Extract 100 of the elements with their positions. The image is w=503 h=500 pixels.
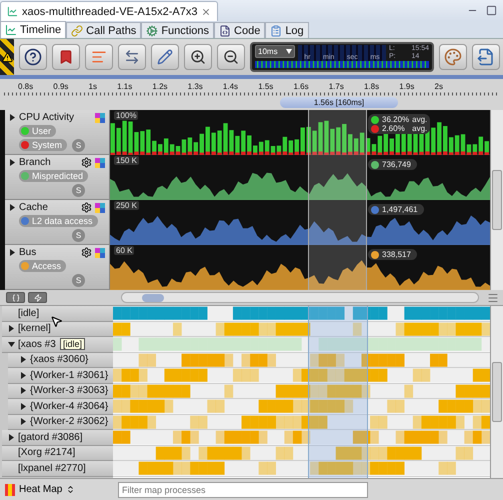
collapsed-arrow-icon[interactable]: [9, 249, 16, 256]
collapsed-arrow-icon[interactable]: [20, 418, 27, 426]
process-name: {Worker-4 #3064}: [30, 400, 108, 412]
series-name: CPU Activity: [19, 112, 76, 123]
menu-icon[interactable]: [487, 292, 499, 304]
expanded-arrow-icon[interactable]: [8, 340, 15, 348]
ruler-label: 2s: [434, 82, 443, 91]
collapsed-arrow-icon[interactable]: [8, 434, 15, 441]
process-row[interactable]: [gatord #3086]: [2, 430, 113, 446]
collapsed-arrow-icon[interactable]: [9, 159, 16, 166]
solo-button[interactable]: S: [72, 229, 85, 242]
settings-icon[interactable]: [81, 157, 92, 168]
ruler-label: 1.1s: [117, 82, 132, 91]
edit-button[interactable]: [151, 44, 179, 70]
tooltip: [idle]: [60, 338, 86, 350]
color-grid-icon[interactable]: [95, 112, 105, 122]
zoom-out-button[interactable]: [217, 44, 245, 70]
collapsed-arrow-icon[interactable]: [20, 402, 27, 410]
clipboard-icon: [270, 24, 282, 36]
series-name: Branch: [19, 157, 52, 168]
cog-icon: [146, 24, 158, 36]
bookmark-button[interactable]: [52, 44, 80, 70]
process-row[interactable]: [Xorg #2174]: [2, 446, 113, 461]
process-name: {Worker-3 #3063}: [30, 385, 108, 396]
zoom-out-icon: [223, 49, 239, 65]
export-icon: [477, 48, 495, 66]
process-row[interactable]: {xaos #3060}: [8, 352, 113, 368]
collapsed-arrow-icon[interactable]: [20, 387, 27, 394]
ruler-label: 1.7s: [328, 82, 344, 91]
collapsed-arrow-icon[interactable]: [8, 325, 15, 332]
color-grid-icon[interactable]: [95, 248, 105, 258]
process-row[interactable]: [kernel]: [2, 322, 113, 337]
selection-range[interactable]: 1.56s [160ms]: [280, 97, 398, 108]
process-row[interactable]: [idle]: [2, 306, 113, 322]
view-tab[interactable]: Code: [214, 22, 266, 38]
bolt-button[interactable]: [28, 292, 47, 303]
readout-suffix: avg.: [412, 115, 428, 124]
readout-value: 2.60%: [382, 124, 406, 133]
braces-icon: [12, 294, 20, 302]
process-row[interactable]: {Worker-4 #3064}: [8, 399, 113, 414]
horizontal-scrollbar[interactable]: [121, 292, 479, 303]
solo-button[interactable]: S: [72, 274, 85, 287]
document-title: xaos-multithreaded-VE-A15x2-A7x3: [22, 6, 198, 18]
vertical-scrollbar[interactable]: [490, 306, 503, 478]
close-icon[interactable]: [201, 6, 212, 16]
collapsed-arrow-icon[interactable]: [20, 372, 27, 379]
maximize-icon[interactable]: [486, 5, 497, 16]
ruler-label: 1.5s: [258, 82, 274, 91]
process-name: [kernel]: [18, 323, 51, 334]
code-file-icon: [219, 24, 232, 36]
filter-field[interactable]: Filter map processes: [118, 482, 368, 498]
ruler-label: 1.3s: [188, 82, 203, 91]
process-name: [idle]: [18, 308, 40, 319]
chart-icon: [5, 24, 17, 36]
collapsed-arrow-icon[interactable]: [20, 356, 27, 364]
view-tab[interactable]: Functions: [141, 22, 214, 38]
scale-label: 150 K: [114, 156, 139, 165]
settings-icon[interactable]: [81, 247, 92, 258]
ruler-label: 1.9s: [399, 82, 414, 91]
process-row[interactable]: [lxpanel #2770]: [2, 461, 113, 476]
process-name: [Xorg #2174]: [18, 447, 76, 458]
warning-icon: [2, 52, 12, 62]
updown-icon: [66, 485, 76, 494]
readout-suffix: avg.: [412, 124, 428, 133]
caret-icon: [286, 49, 292, 54]
process-name: [lxpanel #2770]: [18, 462, 86, 474]
solo-button[interactable]: S: [72, 139, 85, 152]
mode-dropdown[interactable]: Heat Map: [3, 480, 110, 498]
palette-button[interactable]: [439, 44, 467, 70]
color-grid-icon[interactable]: [95, 158, 105, 168]
solo-button[interactable]: S: [72, 184, 85, 197]
ruler-label: 0.9s: [53, 82, 68, 91]
view-tab[interactable]: Log: [265, 22, 309, 38]
view-tab[interactable]: Timeline: [0, 21, 66, 38]
heat-map-icon: [5, 484, 15, 496]
link-icon: [71, 24, 84, 36]
process-row[interactable]: {Worker-1 #3061}: [8, 368, 113, 384]
collapsed-arrow-icon[interactable]: [9, 204, 16, 211]
document-tab[interactable]: xaos-multithreaded-VE-A15x2-A7x3: [0, 1, 218, 21]
arrows-button[interactable]: [118, 44, 146, 70]
ruler-label: 1.6s: [293, 82, 309, 91]
bars-button[interactable]: [85, 44, 113, 70]
series-name: Cache: [19, 202, 49, 213]
ruler-label: 1s: [88, 82, 97, 91]
zoom-in-icon: [190, 49, 206, 65]
export-button[interactable]: [472, 44, 500, 70]
settings-icon[interactable]: [81, 202, 92, 213]
help-button[interactable]: [19, 44, 47, 70]
process-row[interactable]: {Worker-2 #3062}: [8, 414, 113, 430]
color-grid-icon[interactable]: [95, 202, 105, 212]
scale-label: 250 K: [114, 201, 139, 210]
collapsed-arrow-icon[interactable]: [9, 114, 16, 121]
view-tab[interactable]: Call Paths: [66, 22, 142, 38]
process-name: [gatord #3086]: [18, 432, 82, 443]
braces-button[interactable]: [6, 292, 25, 303]
vertical-scrollbar[interactable]: [490, 110, 503, 290]
ruler-label: 1.2s: [152, 82, 168, 91]
process-row[interactable]: {Worker-3 #3063}: [8, 384, 113, 399]
interval-dropdown[interactable]: 10ms: [255, 45, 295, 58]
zoom-in-button[interactable]: [184, 44, 212, 70]
